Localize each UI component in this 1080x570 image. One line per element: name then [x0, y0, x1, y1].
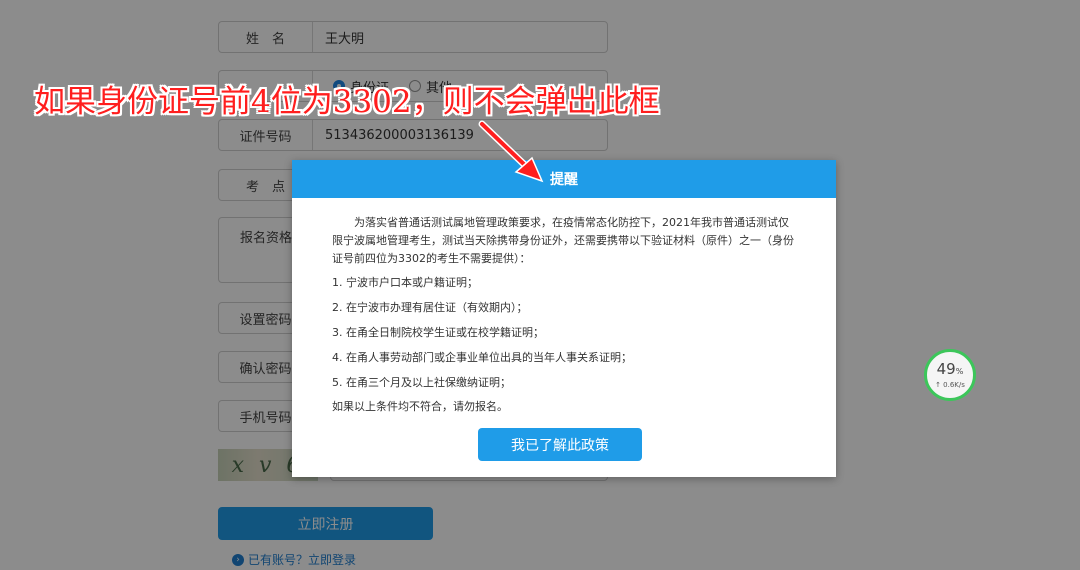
list-item: 4. 在甬人事劳动部门或企事业单位出具的当年人事关系证明；	[332, 351, 632, 364]
dialog-intro: 为落实省普通话测试属地管理政策要求，在疫情常态化防控下，2021年我市普通话测试…	[332, 216, 794, 265]
speed-rate: ↑ 0.6K/s	[935, 380, 965, 389]
annotation-arrow-icon	[478, 120, 544, 183]
acknowledge-button[interactable]: 我已了解此政策	[478, 428, 642, 461]
list-item: 2. 在宁波市办理有居住证（有效期内）；	[332, 301, 528, 314]
list-item: 1. 宁波市户口本或户籍证明；	[332, 276, 478, 289]
speed-percent: 49%	[936, 359, 964, 378]
dialog-body: 为落实省普通话测试属地管理政策要求，在疫情常态化防控下，2021年我市普通话测试…	[292, 198, 836, 416]
upload-arrow-icon: ↑	[935, 380, 944, 389]
dialog-title: 提醒	[292, 160, 836, 198]
list-item: 5. 在甬三个月及以上社保缴纳证明；	[332, 376, 511, 389]
annotation-caption: 如果身份证号前4位为3302，则不会弹出此框	[34, 84, 660, 120]
list-item: 3. 在甬全日制院校学生证或在校学籍证明；	[332, 326, 544, 339]
network-speed-widget[interactable]: 49% ↑ 0.6K/s	[924, 349, 976, 401]
dialog-closing: 如果以上条件均不符合，请勿报名。	[332, 400, 508, 413]
reminder-dialog: 提醒 为落实省普通话测试属地管理政策要求，在疫情常态化防控下，2021年我市普通…	[292, 160, 836, 477]
